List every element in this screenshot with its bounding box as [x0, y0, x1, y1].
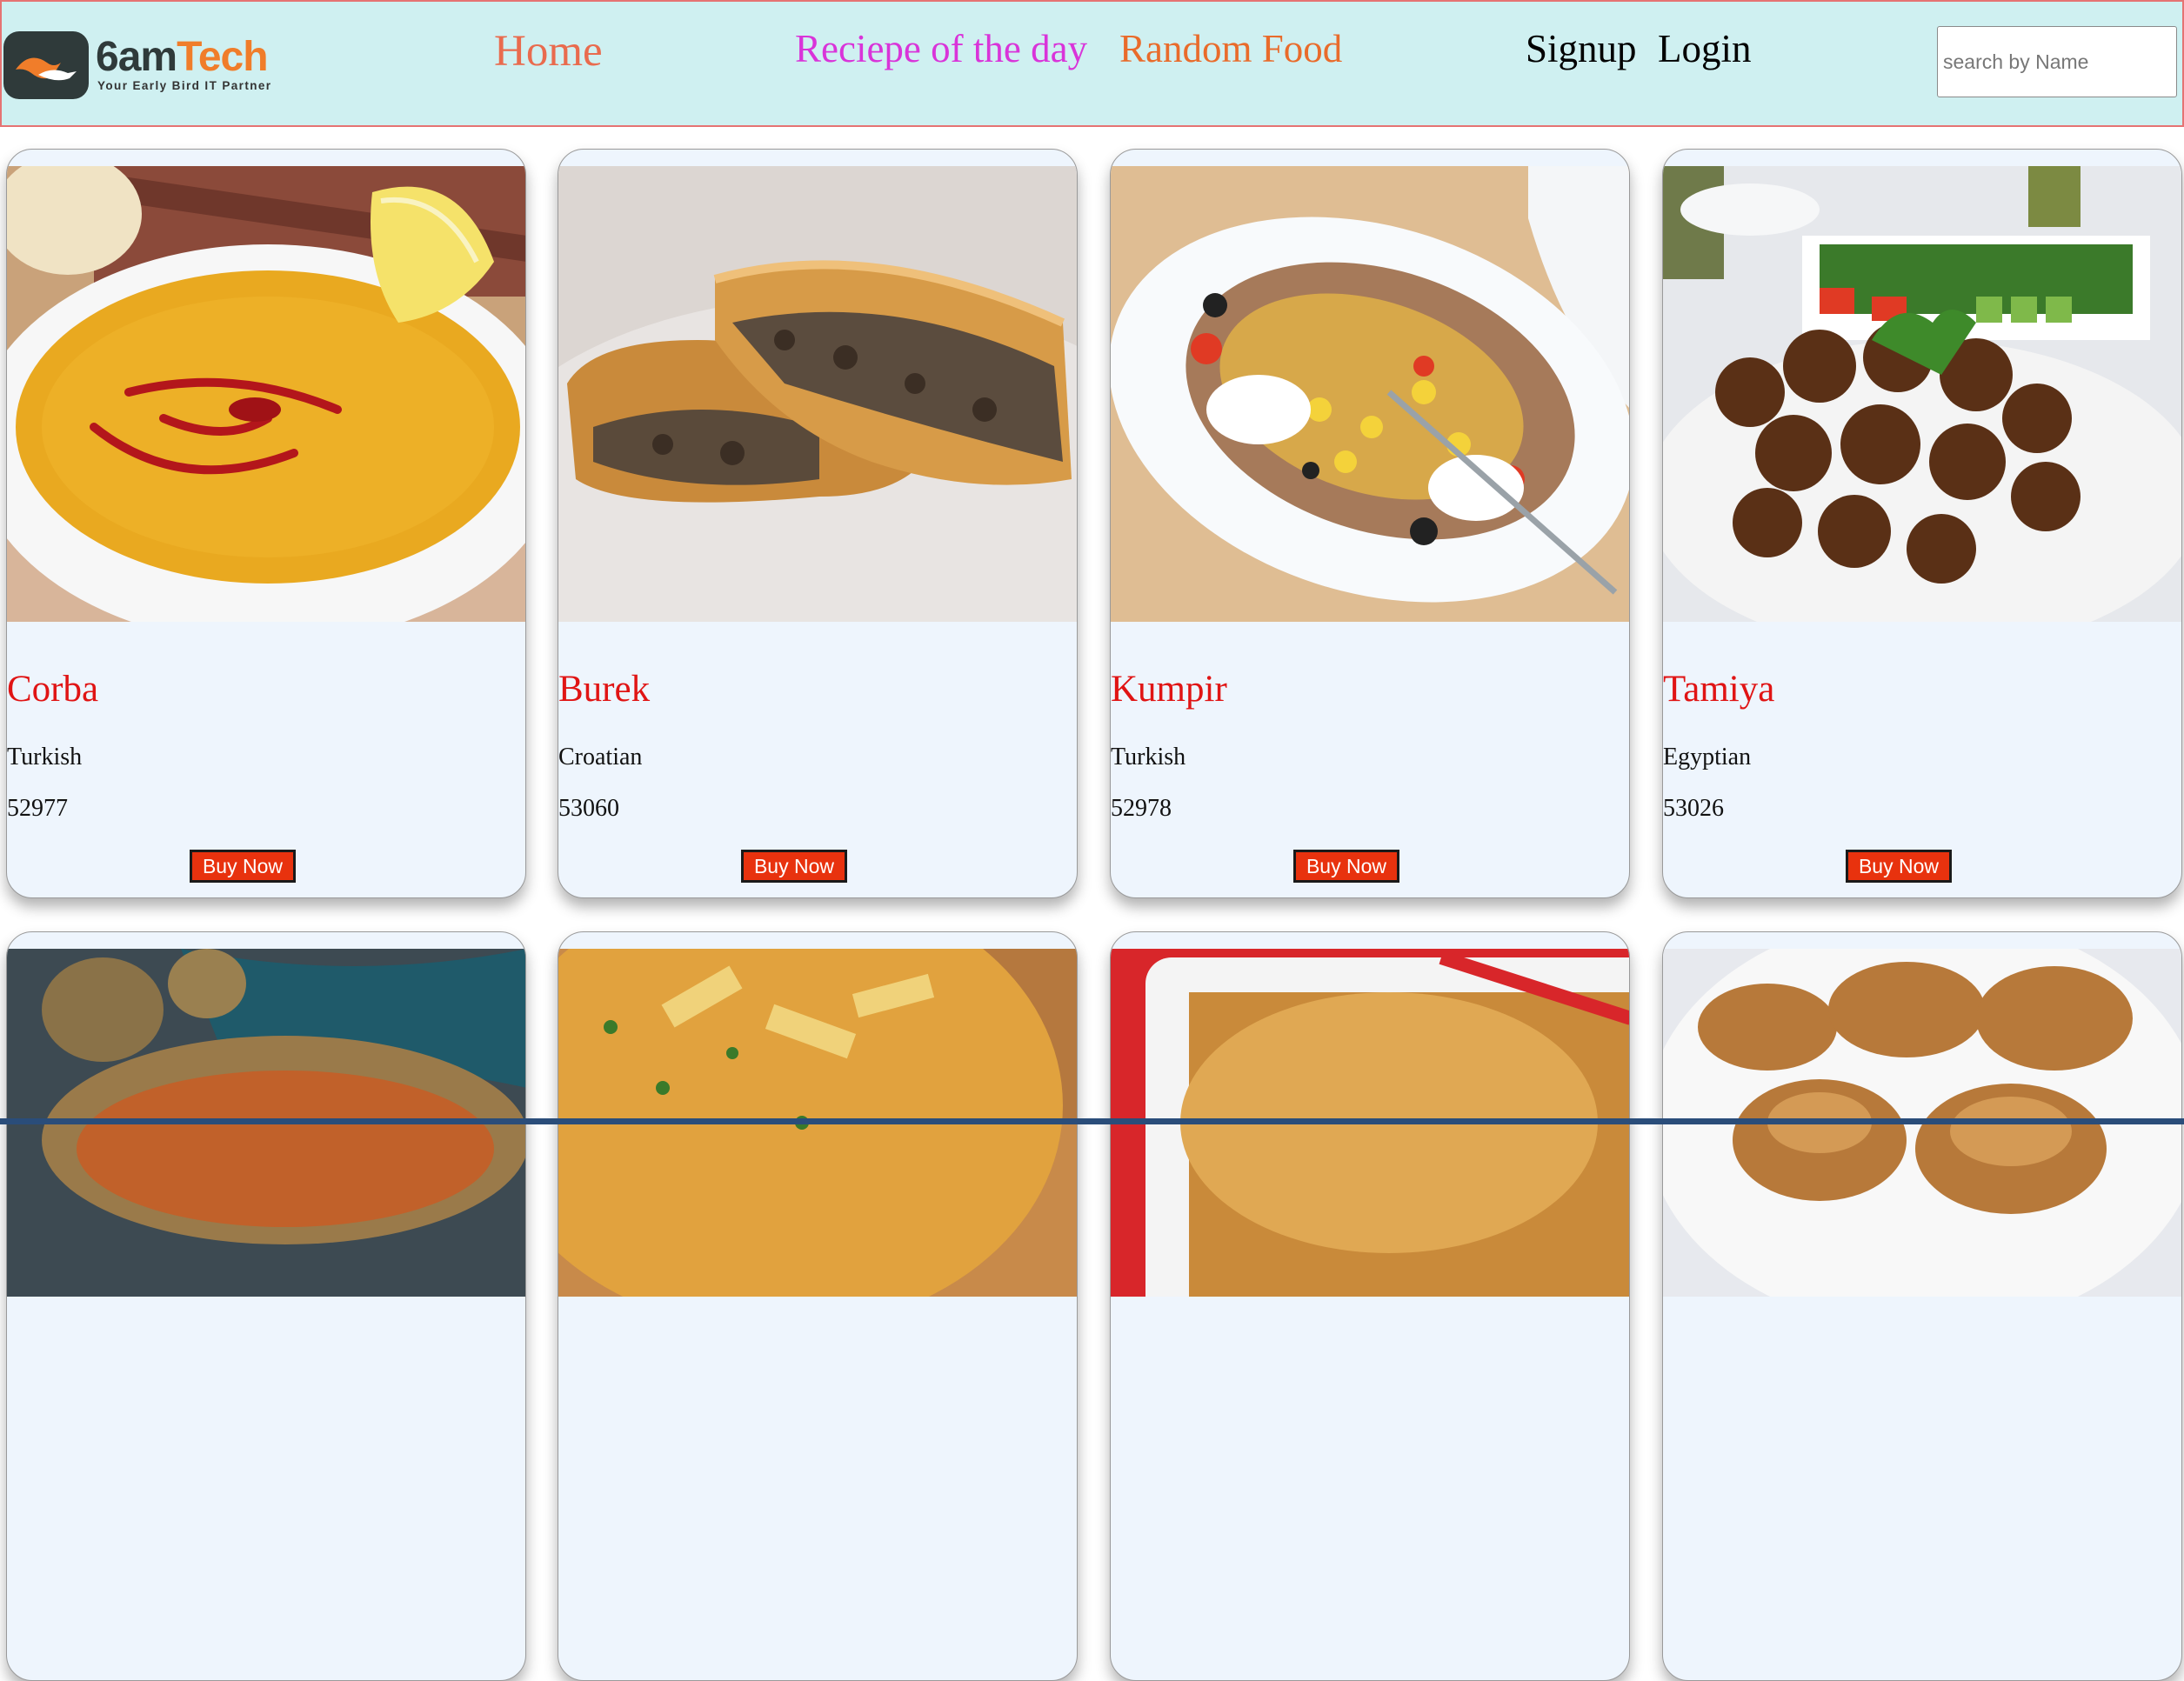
food-card: Kumpir Turkish 52978 Buy Now: [1110, 149, 1630, 898]
food-card: Corba Turkish 52977 Buy Now: [6, 149, 526, 898]
logo-word-dark: 6am: [96, 34, 177, 80]
food-id: 53060: [558, 795, 619, 822]
food-card: [1110, 931, 1630, 1681]
food-area: Croatian: [558, 744, 643, 770]
food-area: Egyptian: [1663, 744, 1752, 770]
food-area: Turkish: [7, 744, 83, 770]
food-area: Turkish: [1111, 744, 1186, 770]
food-image: [7, 166, 525, 622]
nav-recipe-of-the-day-link[interactable]: Reciepe of the day: [795, 27, 1087, 70]
buy-now-button[interactable]: Buy Now: [190, 850, 296, 883]
logo-word-orange: Tech: [177, 34, 268, 80]
food-image: [1663, 166, 2181, 622]
food-id: 52977: [7, 795, 68, 822]
food-card: Burek Croatian 53060 Buy Now: [558, 149, 1078, 898]
food-name: Tamiya: [1663, 669, 1775, 710]
food-image: [558, 166, 1077, 622]
food-card: [6, 931, 526, 1681]
nav-signup-link[interactable]: Signup: [1526, 27, 1637, 70]
food-card: [1662, 931, 2182, 1681]
food-id: 53026: [1663, 795, 1724, 822]
nav-random-food-link[interactable]: Random Food: [1119, 27, 1342, 70]
search-input[interactable]: [1937, 26, 2177, 97]
nav-login-link[interactable]: Login: [1658, 27, 1752, 70]
food-name: Kumpir: [1111, 669, 1227, 710]
food-image: [1111, 166, 1629, 622]
food-id: 52978: [1111, 795, 1172, 822]
food-name: Burek: [558, 669, 651, 710]
logo-tagline: Your Early Bird IT Partner: [97, 79, 272, 92]
logo-bird-icon: [3, 31, 89, 99]
nav-home-link[interactable]: Home: [494, 30, 603, 74]
food-card: Tamiya Egyptian 53026 Buy Now: [1662, 149, 2182, 898]
buy-now-button[interactable]: Buy Now: [741, 850, 847, 883]
food-name: Corba: [7, 669, 99, 710]
buy-now-button[interactable]: Buy Now: [1293, 850, 1399, 883]
logo-wordmark: 6amTech: [96, 34, 269, 80]
food-card: [558, 931, 1078, 1681]
brand-logo[interactable]: 6amTech Your Early Bird IT Partner: [3, 31, 308, 99]
page-bottom-edge: [0, 1118, 2184, 1124]
top-navbar: 6amTech Your Early Bird IT Partner Home …: [0, 0, 2184, 127]
buy-now-button[interactable]: Buy Now: [1846, 850, 1952, 883]
